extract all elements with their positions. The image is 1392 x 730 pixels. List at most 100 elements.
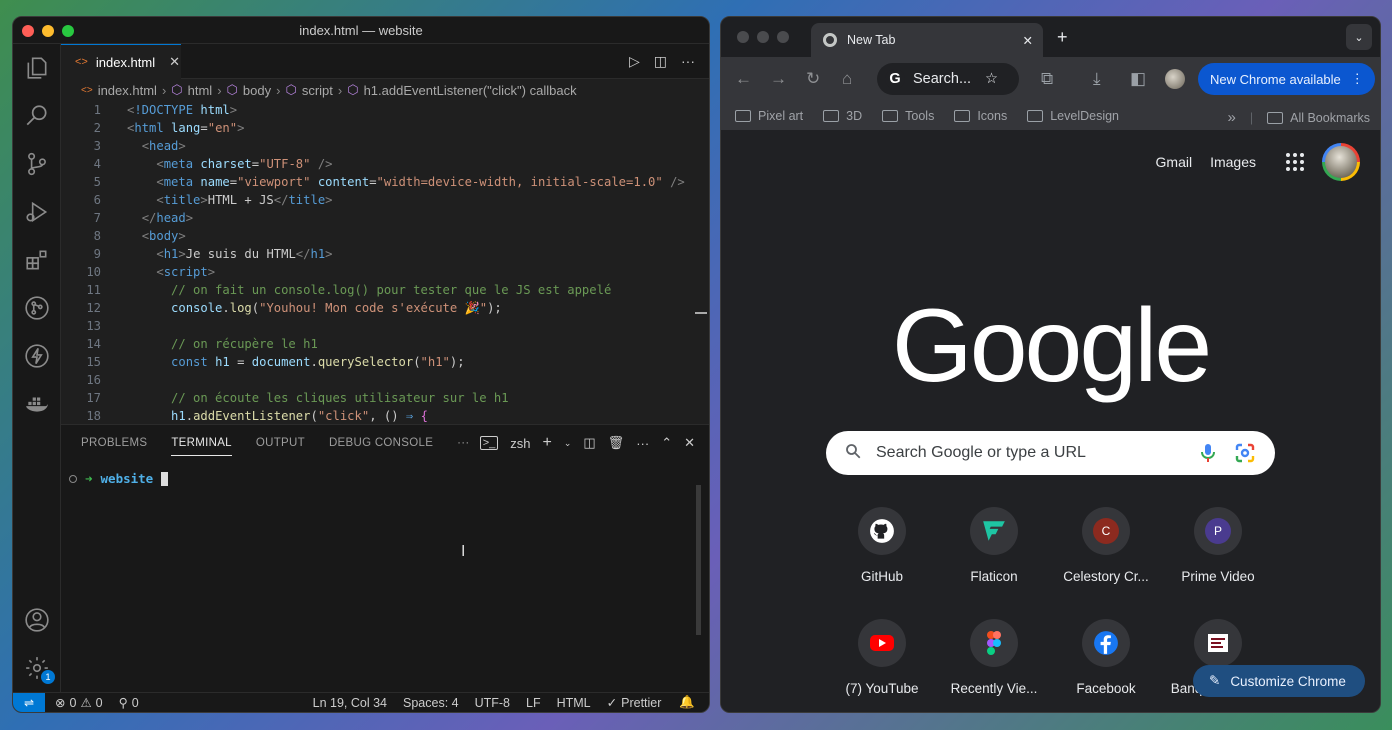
top-links: Gmail Images xyxy=(1156,143,1360,181)
breadcrumb-html[interactable]: html xyxy=(188,83,213,98)
shortcut-youtube[interactable]: (7) YouTube xyxy=(832,619,932,696)
tab-terminal[interactable]: TERMINAL xyxy=(171,437,232,456)
end-of-line[interactable]: LF xyxy=(526,696,541,710)
account-avatar[interactable] xyxy=(1322,143,1360,181)
git-graph-icon[interactable] xyxy=(23,294,51,322)
run-debug-icon[interactable] xyxy=(23,198,51,226)
new-terminal-icon[interactable]: + xyxy=(542,434,551,452)
all-bookmarks[interactable]: All Bookmarks xyxy=(1267,111,1370,125)
terminal-shell-name[interactable]: zsh xyxy=(510,436,530,451)
more-tabs-icon[interactable]: ··· xyxy=(457,437,469,449)
bookmark-folder[interactable]: Pixel art xyxy=(735,109,803,123)
overflow-chevron-icon[interactable]: » xyxy=(1228,109,1236,126)
error-icon[interactable]: ⊗ xyxy=(55,695,65,710)
terminal-scrollbar[interactable] xyxy=(696,485,701,635)
encoding[interactable]: UTF-8 xyxy=(475,696,510,710)
ports-icon[interactable]: ⚲ xyxy=(119,695,128,710)
breadcrumb-script[interactable]: script xyxy=(302,83,333,98)
images-link[interactable]: Images xyxy=(1210,154,1256,170)
apps-grid-icon[interactable] xyxy=(1286,153,1304,171)
terminal-prompt[interactable]: ➜ website xyxy=(69,471,169,486)
bell-icon[interactable]: 🔔 xyxy=(679,695,695,710)
language-mode[interactable]: HTML xyxy=(557,696,591,710)
tab-debug-console[interactable]: DEBUG CONSOLE xyxy=(329,437,433,449)
tab-index-html[interactable]: <> index.html ✕ xyxy=(61,44,181,79)
run-icon[interactable]: ▷ xyxy=(629,53,640,70)
remote-icon[interactable]: ⇌ xyxy=(13,692,45,712)
more-actions-icon[interactable]: ··· xyxy=(636,436,649,451)
google-lens-icon[interactable] xyxy=(1235,443,1255,468)
letter-avatar-icon: C xyxy=(1082,507,1130,555)
settings-gear-icon[interactable]: 1 xyxy=(23,654,55,684)
tab-new-tab[interactable]: New Tab ✕ xyxy=(811,23,1043,57)
search-box[interactable]: Search Google or type a URL xyxy=(826,431,1275,475)
home-icon[interactable]: ⌂ xyxy=(842,69,852,89)
warning-count[interactable]: 0 xyxy=(96,696,103,710)
forward-icon[interactable]: → xyxy=(770,69,787,89)
shortcut-letter: P xyxy=(1205,518,1231,544)
back-icon[interactable]: ← xyxy=(735,69,752,89)
split-editor-icon[interactable]: ◫ xyxy=(654,53,667,70)
tab-output[interactable]: OUTPUT xyxy=(256,437,305,449)
minimize-window-button[interactable] xyxy=(757,31,769,43)
bookmark-star-icon[interactable]: ☆ xyxy=(985,71,998,87)
shortcut-github[interactable]: GitHub xyxy=(832,507,932,584)
all-bookmarks-label: All Bookmarks xyxy=(1290,110,1370,125)
error-count[interactable]: 0 xyxy=(69,696,76,710)
side-panel-icon[interactable]: ◧ xyxy=(1130,69,1146,89)
breadcrumb-body[interactable]: body xyxy=(243,83,271,98)
folder-icon xyxy=(1027,109,1044,122)
docker-icon[interactable] xyxy=(23,390,51,418)
maximize-panel-icon[interactable]: ⌃ xyxy=(661,435,672,451)
omnibox-text: Search... xyxy=(913,71,972,87)
bookmark-folder[interactable]: Tools xyxy=(882,109,934,123)
shortcut-flaticon[interactable]: Flaticon xyxy=(944,507,1044,584)
code-editor[interactable]: 1 2 3 4 5 6 7 8 9 10 11 12 13 14 15 16 1… xyxy=(61,101,709,424)
close-window-button[interactable] xyxy=(737,31,749,43)
more-menu-icon[interactable]: ⋮ xyxy=(1351,71,1364,87)
warning-icon[interactable]: ⚠ xyxy=(80,695,91,710)
microphone-icon[interactable] xyxy=(1199,443,1217,468)
profile-avatar[interactable] xyxy=(1165,69,1185,89)
lightning-icon[interactable] xyxy=(23,342,51,370)
code-line: // on fait un console.log() pour tester … xyxy=(171,283,612,297)
shortcut-facebook[interactable]: Facebook xyxy=(1056,619,1156,696)
omnibox[interactable]: G Search... ☆ xyxy=(877,63,1019,95)
bookmark-folder[interactable]: Icons xyxy=(954,109,1007,123)
update-chrome-button[interactable]: New Chrome available ⋮ xyxy=(1198,63,1375,95)
shortcut-celestory[interactable]: C Celestory Cr... xyxy=(1056,507,1156,584)
chevron-down-icon[interactable]: ⌄ xyxy=(564,438,572,449)
close-tab-icon[interactable]: ✕ xyxy=(169,54,180,70)
ports-count[interactable]: 0 xyxy=(132,696,139,710)
indentation[interactable]: Spaces: 4 xyxy=(403,696,459,710)
extensions-icon[interactable] xyxy=(23,246,51,274)
download-icon[interactable]: ⤓ xyxy=(1093,69,1101,89)
account-icon[interactable] xyxy=(23,606,51,634)
trash-icon[interactable]: 🗑 xyxy=(608,435,625,451)
breadcrumb-file[interactable]: index.html xyxy=(98,83,157,98)
close-tab-icon[interactable]: ✕ xyxy=(1023,33,1033,48)
shortcut-figma[interactable]: Recently Vie... xyxy=(944,619,1044,696)
reload-icon[interactable]: ↻ xyxy=(806,69,820,89)
gmail-link[interactable]: Gmail xyxy=(1156,154,1193,170)
cursor-position[interactable]: Ln 19, Col 34 xyxy=(313,696,387,710)
shortcut-prime-video[interactable]: P Prime Video xyxy=(1168,507,1268,584)
search-icon[interactable] xyxy=(23,102,51,130)
bookmark-folder[interactable]: LevelDesign xyxy=(1027,109,1119,123)
zoom-window-button[interactable] xyxy=(777,31,789,43)
tab-problems[interactable]: PROBLEMS xyxy=(81,437,147,449)
symbol-icon: ⬡ xyxy=(285,82,297,97)
customize-chrome-button[interactable]: ✎ Customize Chrome xyxy=(1193,665,1365,697)
prettier-status[interactable]: Prettier xyxy=(621,696,661,710)
explorer-icon[interactable] xyxy=(23,54,51,82)
close-panel-icon[interactable]: ✕ xyxy=(684,435,695,451)
shortcut-letter: C xyxy=(1093,518,1119,544)
split-terminal-icon[interactable]: ◫ xyxy=(583,435,595,451)
extensions-icon[interactable]: ⧉ xyxy=(1041,69,1053,89)
tab-search-icon[interactable]: ⌄ xyxy=(1346,24,1372,50)
bookmark-folder[interactable]: 3D xyxy=(823,109,862,123)
more-actions-icon[interactable]: ··· xyxy=(681,53,695,70)
source-control-icon[interactable] xyxy=(23,150,51,178)
new-tab-icon[interactable]: + xyxy=(1057,27,1068,48)
breadcrumb-callback[interactable]: h1.addEventListener("click") callback xyxy=(364,83,577,98)
